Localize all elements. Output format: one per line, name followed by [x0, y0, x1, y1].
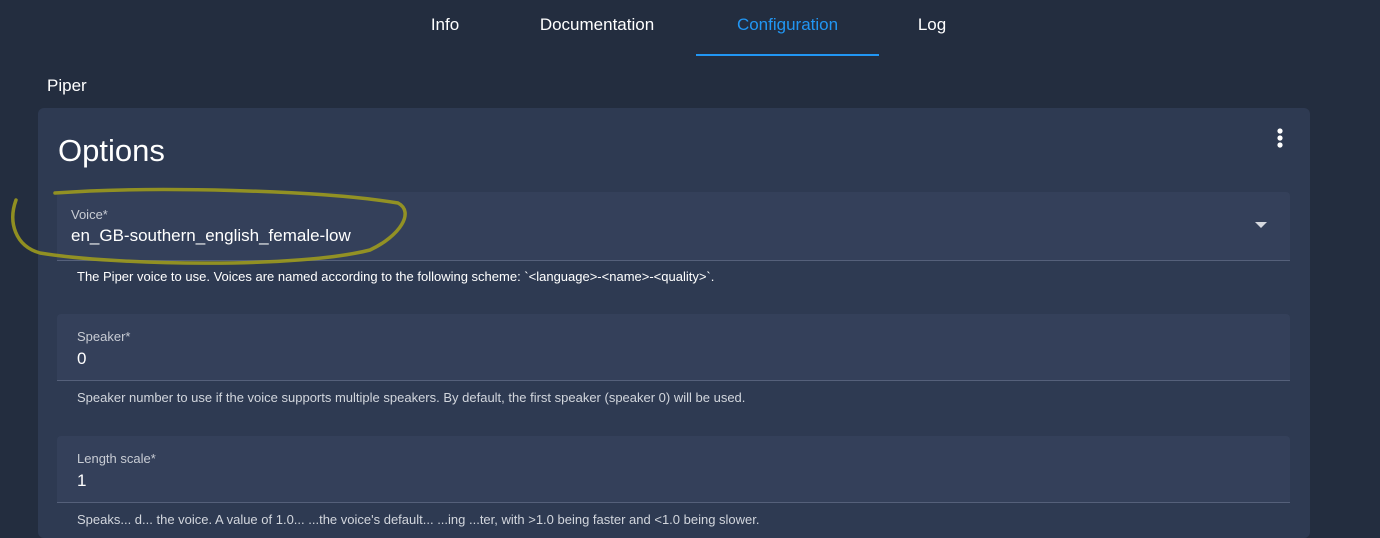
voice-helper-text: The Piper voice to use. Voices are named…: [77, 269, 715, 284]
speaker-helper-text: Speaker number to use if the voice suppo…: [77, 390, 746, 405]
tab-documentation[interactable]: Documentation: [516, 0, 678, 54]
length-scale-value: 1: [77, 471, 87, 490]
voice-select[interactable]: Voice* en_GB-southern_english_female-low: [57, 192, 1290, 261]
speaker-value: 0: [77, 349, 87, 368]
chevron-down-icon[interactable]: [1255, 222, 1267, 228]
voice-label: Voice*: [71, 207, 108, 222]
tab-log[interactable]: Log: [895, 0, 969, 54]
tab-info[interactable]: Info: [404, 0, 486, 54]
length-scale-helper-text: Speaks... d... the voice. A value of 1.0…: [77, 512, 760, 527]
more-vertical-icon[interactable]: [1268, 126, 1292, 150]
length-scale-field[interactable]: Length scale* 1: [57, 436, 1290, 503]
speaker-field[interactable]: Speaker* 0: [57, 314, 1290, 381]
card-title: Options: [58, 133, 165, 168]
options-card: Options Voice* en_GB-southern_english_fe…: [38, 108, 1310, 538]
tab-bar: Info Documentation Configuration Log: [0, 0, 1380, 56]
voice-value: en_GB-southern_english_female-low: [71, 226, 351, 245]
length-scale-label: Length scale*: [77, 451, 156, 466]
addon-name: Piper: [47, 76, 87, 95]
tab-configuration[interactable]: Configuration: [696, 0, 879, 56]
speaker-label: Speaker*: [77, 329, 131, 344]
